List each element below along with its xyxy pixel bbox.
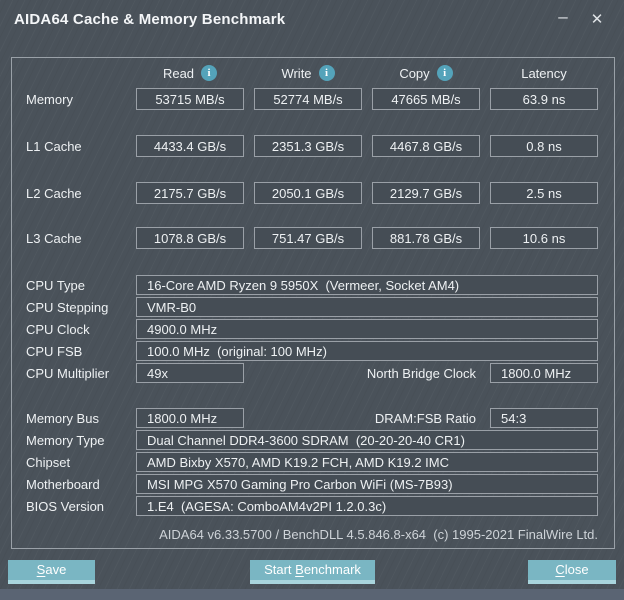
l2-latency-value: 2.5 ns — [490, 182, 598, 204]
cpu-type-label: CPU Type — [26, 277, 86, 293]
cpu-multiplier-value: 49x — [136, 363, 244, 383]
chipset-label: Chipset — [26, 454, 71, 470]
bios-version-value: 1.E4 (AGESA: ComboAM4v2PI 1.2.0.3c) — [136, 496, 598, 516]
l1-latency-value: 0.8 ns — [490, 135, 598, 157]
memory-type-value: Dual Channel DDR4-3600 SDRAM (20-20-20-4… — [136, 430, 598, 450]
read-info-icon[interactable]: i — [201, 65, 218, 81]
cpu-stepping-label: CPU Stepping — [26, 299, 109, 315]
motherboard-label: Motherboard — [26, 476, 100, 492]
aida64-benchmark-window: AIDA64 Cache & Memory Benchmark – ✕ Read… — [0, 0, 624, 600]
row-cpu-clock: CPU Clock 4900.0 MHz — [12, 318, 614, 340]
benchmark-row-l1-cache: L1 Cache 4433.4 GB/s 2351.3 GB/s 4467.8 … — [12, 135, 614, 157]
memory-write-value: 52774 MB/s — [254, 88, 362, 110]
cpu-clock-value: 4900.0 MHz — [136, 319, 598, 339]
memory-copy-value: 47665 MB/s — [372, 88, 480, 110]
window-bottom-strip — [0, 589, 624, 600]
memory-bus-value: 1800.0 MHz — [136, 408, 244, 428]
version-text: AIDA64 v6.33.5700 / BenchDLL 4.5.846.8-x… — [159, 526, 598, 542]
memory-read-value: 53715 MB/s — [136, 88, 244, 110]
cpu-multiplier-label: CPU Multiplier — [26, 365, 110, 381]
title-bar: AIDA64 Cache & Memory Benchmark – ✕ — [0, 0, 624, 38]
l3-latency-value: 10.6 ns — [490, 227, 598, 249]
cpu-fsb-value: 100.0 MHz (original: 100 MHz) — [136, 341, 598, 361]
row-chipset: Chipset AMD Bixby X570, AMD K19.2 FCH, A… — [12, 451, 614, 473]
minimize-icon: – — [558, 7, 568, 26]
version-row: AIDA64 v6.33.5700 / BenchDLL 4.5.846.8-x… — [12, 525, 614, 543]
l1-write-value: 2351.3 GB/s — [254, 135, 362, 157]
dram-fsb-ratio-value: 54:3 — [490, 408, 598, 428]
write-info-icon[interactable]: i — [318, 65, 335, 81]
column-header-latency: Latency — [521, 65, 567, 81]
l3-read-value: 1078.8 GB/s — [136, 227, 244, 249]
column-header-write: Write i — [254, 65, 362, 81]
memory-bus-label: Memory Bus — [26, 410, 99, 426]
memory-type-label: Memory Type — [26, 432, 105, 448]
row-label: L3 Cache — [26, 230, 82, 246]
memory-latency-value: 63.9 ns — [490, 88, 598, 110]
cpu-clock-label: CPU Clock — [26, 321, 90, 337]
column-header-copy: Copy i — [372, 65, 480, 81]
l2-read-value: 2175.7 GB/s — [136, 182, 244, 204]
row-cpu-stepping: CPU Stepping VMR-B0 — [12, 296, 614, 318]
row-cpu-multiplier: CPU Multiplier 49x North Bridge Clock 18… — [12, 362, 614, 384]
row-label: L2 Cache — [26, 185, 82, 201]
row-bios-version: BIOS Version 1.E4 (AGESA: ComboAM4v2PI 1… — [12, 495, 614, 517]
benchmark-row-l2-cache: L2 Cache 2175.7 GB/s 2050.1 GB/s 2129.7 … — [12, 182, 614, 204]
close-button[interactable]: Close — [528, 560, 616, 584]
benchmark-panel: Read i Write i Copy i Latency Memory 537… — [11, 57, 615, 549]
row-label: L1 Cache — [26, 138, 82, 154]
l2-write-value: 2050.1 GB/s — [254, 182, 362, 204]
l1-copy-value: 4467.8 GB/s — [372, 135, 480, 157]
motherboard-value: MSI MPG X570 Gaming Pro Carbon WiFi (MS-… — [136, 474, 598, 494]
row-cpu-fsb: CPU FSB 100.0 MHz (original: 100 MHz) — [12, 340, 614, 362]
cpu-type-value: 16-Core AMD Ryzen 9 5950X (Vermeer, Sock… — [136, 275, 598, 295]
l2-copy-value: 2129.7 GB/s — [372, 182, 480, 204]
minimize-button[interactable]: – — [546, 4, 580, 34]
cpu-stepping-value: VMR-B0 — [136, 297, 598, 317]
l1-read-value: 4433.4 GB/s — [136, 135, 244, 157]
north-bridge-clock-label: North Bridge Clock — [366, 365, 476, 381]
row-memory-bus: Memory Bus 1800.0 MHz DRAM:FSB Ratio 54:… — [12, 407, 614, 429]
window-title: AIDA64 Cache & Memory Benchmark — [14, 10, 286, 28]
dram-fsb-ratio-label: DRAM:FSB Ratio — [374, 410, 476, 426]
cpu-fsb-label: CPU FSB — [26, 343, 83, 359]
close-icon: ✕ — [590, 11, 604, 28]
column-header-row: Read i Write i Copy i Latency — [12, 64, 614, 82]
north-bridge-clock-value: 1800.0 MHz — [490, 363, 598, 383]
window-controls: – ✕ — [546, 0, 614, 38]
chipset-value: AMD Bixby X570, AMD K19.2 FCH, AMD K19.2… — [136, 452, 598, 472]
column-header-read: Read i — [136, 65, 244, 81]
benchmark-row-memory: Memory 53715 MB/s 52774 MB/s 47665 MB/s … — [12, 88, 614, 110]
save-button[interactable]: Save — [8, 560, 95, 584]
close-window-button[interactable]: ✕ — [580, 4, 614, 34]
benchmark-row-l3-cache: L3 Cache 1078.8 GB/s 751.47 GB/s 881.78 … — [12, 227, 614, 249]
l3-write-value: 751.47 GB/s — [254, 227, 362, 249]
row-label: Memory — [26, 91, 73, 107]
copy-info-icon[interactable]: i — [436, 65, 453, 81]
bios-version-label: BIOS Version — [26, 498, 105, 514]
row-memory-type: Memory Type Dual Channel DDR4-3600 SDRAM… — [12, 429, 614, 451]
start-benchmark-button[interactable]: Start Benchmark — [250, 560, 375, 584]
row-motherboard: Motherboard MSI MPG X570 Gaming Pro Carb… — [12, 473, 614, 495]
row-cpu-type: CPU Type 16-Core AMD Ryzen 9 5950X (Verm… — [12, 274, 614, 296]
l3-copy-value: 881.78 GB/s — [372, 227, 480, 249]
